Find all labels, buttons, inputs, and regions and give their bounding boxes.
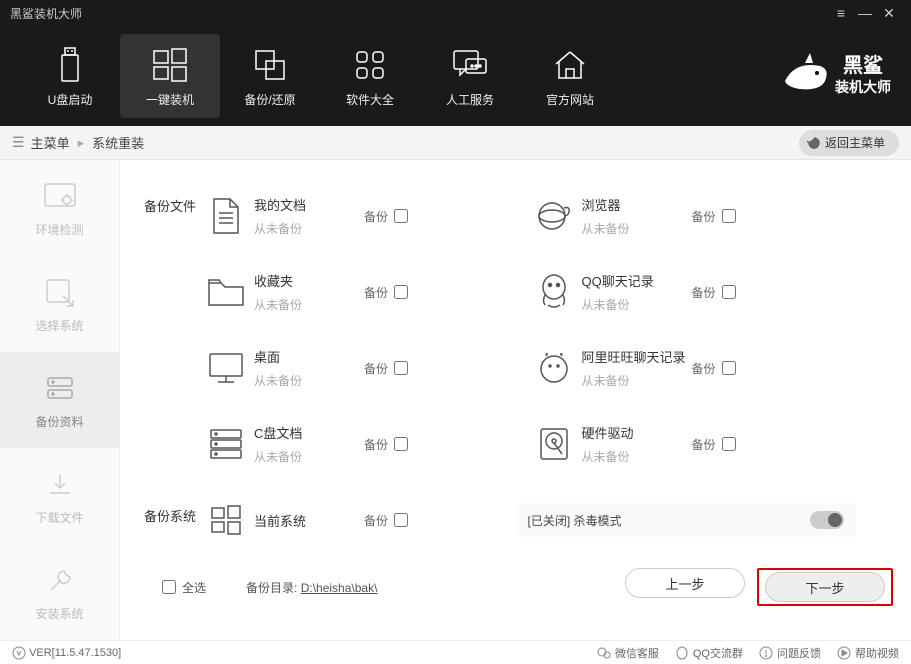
- sidebar-item-backup[interactable]: 备份资料: [0, 352, 119, 448]
- browser-icon: [526, 198, 582, 234]
- footer: VER[11.5.47.1530] 微信客服 QQ交流群 问题反馈 帮助视频: [0, 640, 911, 664]
- footer-help[interactable]: 帮助视频: [837, 645, 899, 661]
- nav-service[interactable]: 人工服务: [420, 34, 520, 118]
- play-icon: [837, 646, 851, 660]
- antivirus-status: [已关闭]: [528, 512, 571, 529]
- drive-icon: [198, 427, 254, 461]
- select-all-checkbox[interactable]: 全选: [162, 579, 206, 596]
- backup-checkbox[interactable]: 备份: [364, 284, 408, 301]
- version-text: VER[11.5.47.1530]: [29, 647, 121, 659]
- minimize-icon[interactable]: —: [853, 5, 877, 21]
- backup-icon: [45, 371, 75, 407]
- app-title: 黑鲨装机大师: [10, 5, 829, 22]
- wechat-icon: [597, 646, 611, 660]
- qq-icon: [526, 273, 582, 311]
- version-icon: [12, 646, 26, 660]
- nav-usb[interactable]: U盘启动: [20, 34, 120, 118]
- nav-software[interactable]: 软件大全: [320, 34, 420, 118]
- item-title: 桌面: [254, 347, 364, 366]
- top-nav: U盘启动 一键装机 备份/还原 软件大全 人工服务 官方网站 黑鲨 装机大: [0, 26, 911, 126]
- document-icon: [198, 197, 254, 235]
- item-title: C盘文档: [254, 423, 364, 442]
- backup-checkbox[interactable]: 备份: [364, 512, 408, 529]
- item-title: 阿里旺旺聊天记录: [582, 347, 692, 366]
- section-system-label: 备份系统: [144, 506, 196, 525]
- nav-backup[interactable]: 备份/还原: [220, 34, 320, 118]
- list-icon: ☰: [12, 134, 25, 151]
- item-title: QQ聊天记录: [582, 271, 692, 290]
- antivirus-toggle[interactable]: [810, 511, 844, 529]
- next-button[interactable]: 下一步: [765, 572, 885, 602]
- backup-checkbox[interactable]: 备份: [692, 360, 736, 377]
- wangwang-icon: [526, 351, 582, 385]
- footer-feedback[interactable]: 问题反馈: [759, 645, 821, 661]
- item-title: 浏览器: [582, 195, 692, 214]
- item-title: 我的文档: [254, 195, 364, 214]
- nav-install[interactable]: 一键装机: [120, 34, 220, 118]
- prev-button[interactable]: 上一步: [625, 568, 745, 598]
- qq-small-icon: [675, 646, 689, 660]
- chevron-right-icon: ▸: [78, 135, 85, 151]
- backup-checkbox[interactable]: 备份: [692, 284, 736, 301]
- windows-icon: [152, 45, 188, 85]
- desktop-icon: [198, 351, 254, 385]
- antivirus-label: 杀毒模式: [574, 512, 622, 529]
- backup-dir: 备份目录: D:\heisha\bak\: [246, 579, 377, 596]
- logo: 黑鲨 装机大师: [775, 51, 891, 101]
- env-icon: [43, 179, 77, 215]
- back-main-button[interactable]: 返回主菜单: [799, 130, 899, 156]
- folder-icon: [198, 277, 254, 307]
- apps-icon: [354, 45, 386, 85]
- nav-website[interactable]: 官方网站: [520, 34, 620, 118]
- backup-checkbox[interactable]: 备份: [364, 436, 408, 453]
- sidebar-item-env[interactable]: 环境检测: [0, 160, 119, 256]
- item-title: 收藏夹: [254, 271, 364, 290]
- footer-qq[interactable]: QQ交流群: [675, 645, 743, 661]
- shark-icon: [775, 51, 835, 101]
- breadcrumb-current: 系统重装: [92, 133, 144, 152]
- item-title: 当前系统: [254, 511, 364, 530]
- backup-checkbox[interactable]: 备份: [364, 360, 408, 377]
- sidebar-item-system[interactable]: 选择系统: [0, 256, 119, 352]
- copy-icon: [253, 45, 287, 85]
- feedback-icon: [759, 646, 773, 660]
- antivirus-panel: [已关闭] 杀毒模式: [516, 503, 856, 537]
- undo-icon: [807, 136, 821, 150]
- sidebar-item-download[interactable]: 下载文件: [0, 448, 119, 544]
- item-title: 硬件驱动: [582, 423, 692, 442]
- home-icon: [553, 45, 587, 85]
- section-files-label: 备份文件: [144, 196, 196, 215]
- usb-icon: [59, 45, 81, 85]
- backup-checkbox[interactable]: 备份: [364, 208, 408, 225]
- backup-dir-link[interactable]: D:\heisha\bak\: [301, 581, 378, 595]
- titlebar: 黑鲨装机大师 ≡ — ✕: [0, 0, 911, 26]
- select-icon: [45, 275, 75, 311]
- download-icon: [46, 467, 74, 503]
- footer-wechat[interactable]: 微信客服: [597, 645, 659, 661]
- breadcrumb: ☰ 主菜单 ▸ 系统重装 返回主菜单: [0, 126, 911, 160]
- breadcrumb-root[interactable]: 主菜单: [31, 133, 70, 152]
- close-icon[interactable]: ✕: [877, 5, 901, 22]
- sidebar-item-install[interactable]: 安装系统: [0, 544, 119, 640]
- wrench-icon: [46, 563, 74, 599]
- sidebar: 环境检测 选择系统 备份资料 下载文件 安装系统: [0, 160, 120, 640]
- backup-checkbox[interactable]: 备份: [692, 436, 736, 453]
- hdd-icon: [526, 426, 582, 462]
- menu-icon[interactable]: ≡: [829, 5, 853, 21]
- windows-icon: [198, 503, 254, 537]
- backup-checkbox[interactable]: 备份: [692, 208, 736, 225]
- chat-icon: [452, 45, 488, 85]
- main-panel: 备份文件 我的文档从未备份 备份 浏览器从未备份 备份 收藏夹从未备份 备份: [120, 160, 911, 640]
